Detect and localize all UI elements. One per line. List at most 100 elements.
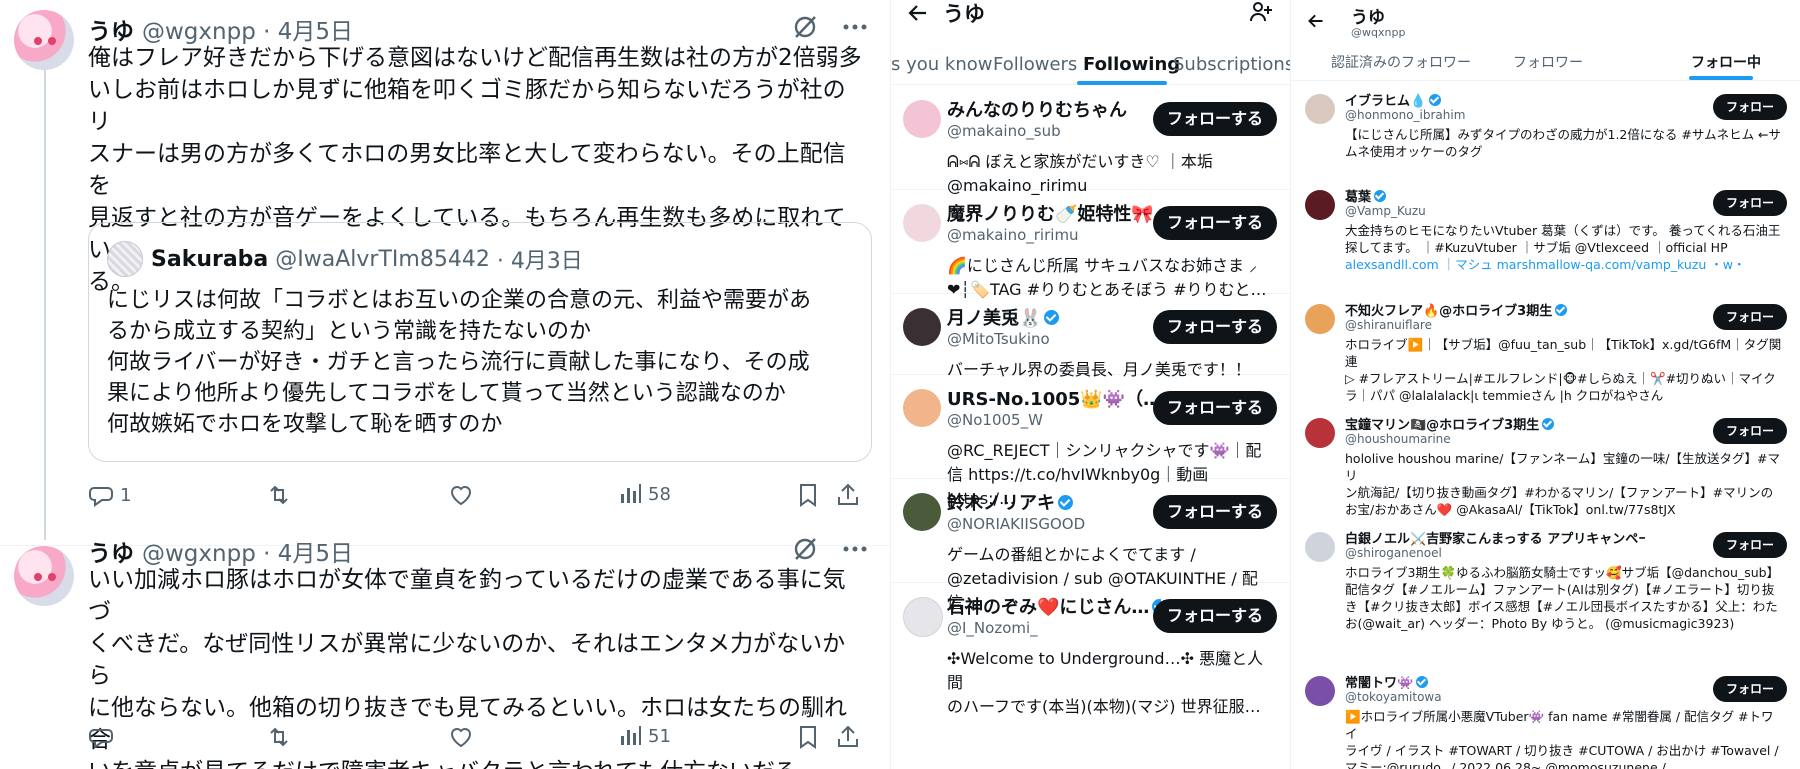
user-handle[interactable]: @makaino_sub xyxy=(947,122,1061,140)
user-name[interactable]: 白銀ノエル⚔️吉野家こんまっする アプリキャンペーン開… xyxy=(1345,528,1645,547)
user-name[interactable]: 魔界ノりりむ🍼姫特性🎀 xyxy=(947,200,1154,226)
views-button[interactable]: 51 xyxy=(618,724,671,748)
verified-badge-icon xyxy=(1044,310,1060,325)
active-tab-indicator xyxy=(1689,76,1753,80)
follow-button[interactable]: フォロー xyxy=(1713,304,1787,330)
user-handle[interactable]: @NORIAKIISGOOD xyxy=(947,515,1085,533)
user-handle[interactable]: @houshoumarine xyxy=(1345,432,1451,446)
avatar[interactable] xyxy=(903,597,943,637)
follow-button[interactable]: フォローする xyxy=(1153,102,1277,136)
grok-icon[interactable] xyxy=(792,14,818,40)
avatar[interactable] xyxy=(903,308,941,346)
follow-button[interactable]: フォロー xyxy=(1713,676,1787,702)
bio-line: ▷ #フレアストリーム|#エルフレンド|🐵#しらぬえ｜✂️#切りぬい｜マイク xyxy=(1345,371,1776,386)
user-handle[interactable]: @honmono_ibrahim xyxy=(1345,108,1465,122)
user-handle[interactable]: @MitoTsukino xyxy=(947,330,1050,348)
avatar[interactable] xyxy=(903,389,941,427)
follow-button[interactable]: フォローする xyxy=(1153,599,1277,633)
retweet-button[interactable] xyxy=(266,482,292,508)
avatar[interactable] xyxy=(903,204,941,242)
user-name[interactable]: URS-No.1005👑👾（… xyxy=(947,385,1161,411)
follow-button[interactable]: フォロー xyxy=(1713,532,1787,558)
user-name[interactable]: 鈴木ノリアキ xyxy=(947,489,1073,515)
user-handle[interactable]: @I_Nozomi_ xyxy=(947,619,1038,637)
user-cell[interactable]: 鈴木ノリアキ @NORIAKIISGOOD フォローする ゲームの番組とかによく… xyxy=(891,479,1291,612)
avatar[interactable] xyxy=(1305,532,1335,562)
user-name[interactable]: 宝鐘マリン🏴‍☠️@ホロライブ3期生 xyxy=(1345,414,1555,433)
tab-following[interactable]: フォロー中 xyxy=(1691,52,1761,72)
tab-followers[interactable]: フォロワー xyxy=(1513,52,1583,72)
avatar[interactable] xyxy=(1305,94,1335,124)
avatar[interactable] xyxy=(903,493,941,531)
retweet-button[interactable] xyxy=(266,724,292,750)
user-name[interactable]: イブラヒム💧 xyxy=(1345,90,1442,109)
follow-button[interactable]: フォロー xyxy=(1713,418,1787,444)
user-name[interactable]: 石神のぞみ❤️にじさん… xyxy=(947,593,1161,619)
user-name[interactable]: 月ノ美兎🐰 xyxy=(947,304,1060,330)
back-arrow-icon[interactable] xyxy=(1307,12,1325,30)
user-handle[interactable]: @Vamp_Kuzu xyxy=(1345,204,1426,218)
user-cell[interactable]: 常闇トワ👾 @tokoyamitowa フォロー ▶️ホロライブ所属小悪魔VTu… xyxy=(1291,666,1800,769)
avatar[interactable] xyxy=(1305,304,1335,334)
retweet-icon xyxy=(266,724,292,750)
avatar[interactable] xyxy=(14,546,74,606)
user-cell[interactable]: 宝鐘マリン🏴‍☠️@ホロライブ3期生 @houshoumarine フォロー h… xyxy=(1291,408,1800,517)
share-button[interactable] xyxy=(836,482,860,508)
user-name[interactable]: 常闇トワ👾 xyxy=(1345,672,1429,691)
user-cell[interactable]: URS-No.1005👑👾（… @No1005_W フォローする @RC_REJ… xyxy=(891,375,1291,508)
user-cell[interactable]: 葛葉 @Vamp_Kuzu フォロー 大金持ちのヒモになりたいVtuber 葛葉… xyxy=(1291,180,1800,276)
avatar[interactable] xyxy=(14,10,74,70)
follow-button[interactable]: フォローする xyxy=(1153,495,1277,529)
user-cell[interactable]: 月ノ美兎🐰 @MitoTsukino フォローする バーチャル界の委員長、月ノ美… xyxy=(891,294,1291,379)
bookmark-button[interactable] xyxy=(796,482,820,508)
user-cell[interactable]: みんなのりりむちゃん @makaino_sub フォローする ᕱ⑅ᕱ ぼえと家族… xyxy=(891,86,1291,195)
user-handle[interactable]: @No1005_W xyxy=(947,411,1043,429)
follow-button[interactable]: フォローする xyxy=(1153,206,1277,240)
user-name[interactable]: 不知火フレア🔥@ホロライブ3期生 xyxy=(1345,300,1568,319)
tab-following[interactable]: Following xyxy=(1083,54,1180,75)
verified-badge-icon xyxy=(1416,676,1429,688)
quoted-tweet[interactable]: Sakuraba @IwaAlvrTIm85442 · 4月3日 にじリスは何故… xyxy=(88,222,872,462)
tab-subscriptions[interactable]: Subscriptions xyxy=(1173,54,1291,75)
bio-line: ライヴ / イラスト #TOWART / 切り抜き #CUTOWA / お出かけ… xyxy=(1345,743,1779,758)
tweet[interactable]: うゆ @wgxnpp · 4月5日 いい加減ホロ豚はホロが女体で童貞を釣っているだ… xyxy=(0,538,890,769)
user-name[interactable]: 葛葉 xyxy=(1345,186,1387,205)
grok-icon[interactable] xyxy=(792,536,818,562)
reply-button[interactable] xyxy=(88,724,120,750)
follow-button[interactable]: フォロー xyxy=(1713,190,1787,216)
tweet-action-bar: 51 xyxy=(88,724,868,758)
tab-followers[interactable]: Followers xyxy=(993,54,1077,75)
user-handle[interactable]: @tokoyamitowa xyxy=(1345,690,1442,704)
user-handle[interactable]: @shiranuiflare xyxy=(1345,318,1432,332)
user-cell[interactable]: 魔界ノりりむ🍼姫特性🎀 @makaino_ririmu フォローする 🌈にじさん… xyxy=(891,190,1291,299)
bio-line: 探してます。 ｜#KuzuVtuber ｜サブ垢 @Vtlexceed ｜off… xyxy=(1345,240,1728,255)
follow-button[interactable]: フォローする xyxy=(1153,391,1277,425)
follow-button[interactable]: フォローする xyxy=(1153,310,1277,344)
like-button[interactable] xyxy=(448,724,474,750)
follow-tabs: 認証済みのフォロワー フォロワー フォロー中 xyxy=(1291,44,1800,81)
user-cell[interactable]: 白銀ノエル⚔️吉野家こんまっする アプリキャンペーン開… @shiroganen… xyxy=(1291,522,1800,634)
tab-verified-followers[interactable]: 認証済みのフォロワー xyxy=(1331,52,1471,72)
share-button[interactable] xyxy=(836,724,860,750)
reply-button[interactable]: 1 xyxy=(88,482,131,508)
bookmark-button[interactable] xyxy=(796,724,820,750)
add-user-icon[interactable] xyxy=(1249,0,1273,24)
more-options-icon[interactable] xyxy=(842,14,868,40)
user-cell[interactable]: イブラヒム💧 @honmono_ibrahim フォロー 【にじさんじ所属】みず… xyxy=(1291,84,1800,172)
user-cell[interactable]: 不知火フレア🔥@ホロライブ3期生 @shiranuiflare フォロー ホロラ… xyxy=(1291,294,1800,403)
views-button[interactable]: 58 xyxy=(618,482,671,506)
avatar[interactable] xyxy=(903,100,941,138)
avatar[interactable] xyxy=(1305,676,1335,706)
more-options-icon[interactable] xyxy=(842,536,868,562)
like-button[interactable] xyxy=(448,482,474,508)
user-name[interactable]: みんなのりりむちゃん xyxy=(947,96,1127,122)
tab-followers-you-know[interactable]: s you know xyxy=(891,54,992,75)
back-arrow-icon[interactable] xyxy=(907,2,929,24)
user-handle[interactable]: @makaino_ririmu xyxy=(947,226,1079,244)
avatar[interactable] xyxy=(1305,190,1335,220)
tweet[interactable]: うゆ @wgxnpp · 4月5日 俺はフレア好きだから下げる意図はないけど配信再… xyxy=(0,0,890,507)
user-handle[interactable]: @shiroganenoel xyxy=(1345,546,1442,560)
avatar[interactable] xyxy=(1305,418,1335,448)
user-cell[interactable]: 石神のぞみ❤️にじさん… @I_Nozomi_ フォローする ✣Welcome … xyxy=(891,583,1291,769)
follow-button[interactable]: フォロー xyxy=(1713,94,1787,120)
